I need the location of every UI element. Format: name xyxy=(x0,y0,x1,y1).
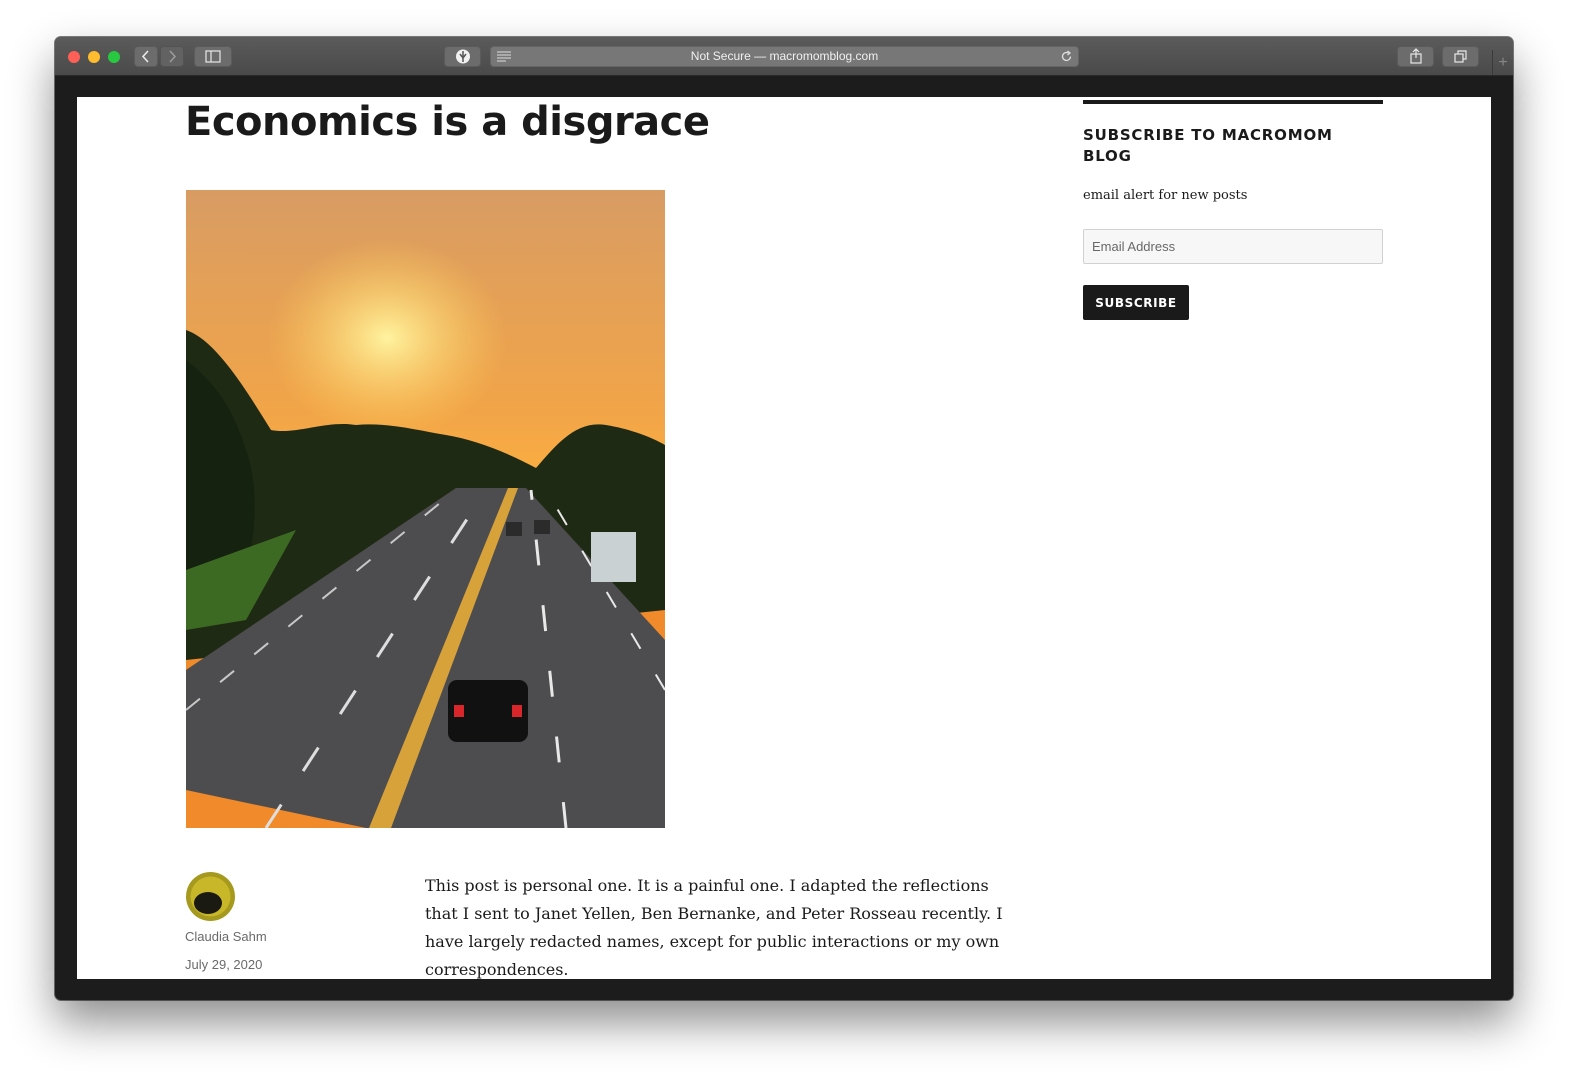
subscribe-button[interactable]: SUBSCRIBE xyxy=(1083,285,1189,320)
tabs-button[interactable] xyxy=(1442,46,1479,67)
sidebar-divider xyxy=(1083,100,1383,104)
email-address-input[interactable] xyxy=(1083,229,1383,264)
back-icon xyxy=(141,50,149,63)
reload-icon[interactable] xyxy=(1060,50,1073,63)
new-tab-icon[interactable]: + xyxy=(1492,50,1513,75)
sidebar-icon xyxy=(205,50,221,63)
post-author[interactable]: Claudia Sahm xyxy=(185,929,267,944)
featured-image xyxy=(186,190,665,828)
forward-button[interactable] xyxy=(160,46,184,67)
browser-window: Not Secure — macromomblog.com + Economic… xyxy=(55,37,1513,1000)
author-avatar xyxy=(186,872,235,921)
share-icon xyxy=(1409,48,1422,64)
page-content: Economics is a disgrace Claudia Sahm Jul… xyxy=(77,97,1491,979)
zoom-window-button[interactable] xyxy=(108,51,120,63)
subscribe-widget-title: SUBSCRIBE TO MACROMOM BLOG xyxy=(1083,126,1333,165)
address-bar[interactable]: Not Secure — macromomblog.com xyxy=(490,46,1079,67)
sidebar-button[interactable] xyxy=(194,46,232,67)
forward-icon xyxy=(169,50,177,63)
minimize-window-button[interactable] xyxy=(88,51,100,63)
back-button[interactable] xyxy=(134,46,158,67)
post-date[interactable]: July 29, 2020 xyxy=(185,957,262,972)
subscribe-description: email alert for new posts xyxy=(1083,188,1248,203)
share-button[interactable] xyxy=(1397,46,1434,67)
post-title: Economics is a disgrace xyxy=(185,99,710,145)
tabs-icon xyxy=(1453,50,1467,63)
privacy-button[interactable] xyxy=(444,46,481,67)
browser-toolbar: Not Secure — macromomblog.com + xyxy=(55,37,1513,76)
post-excerpt: This post is personal one. It is a painf… xyxy=(425,876,1003,979)
url-text[interactable]: Not Secure — macromomblog.com xyxy=(490,46,1079,67)
close-window-button[interactable] xyxy=(68,51,80,63)
privacy-shield-icon xyxy=(455,49,470,64)
